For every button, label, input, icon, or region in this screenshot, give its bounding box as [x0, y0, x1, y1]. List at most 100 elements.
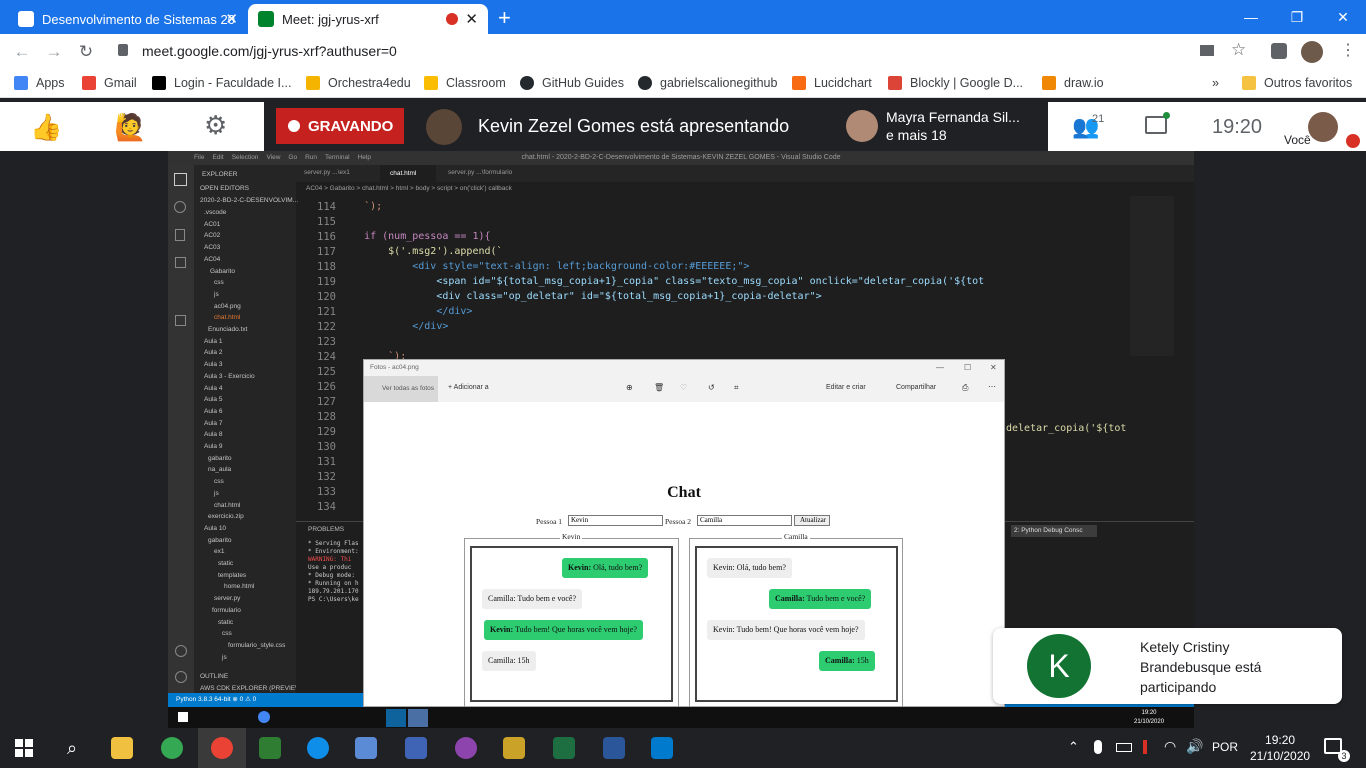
terminal-select[interactable]: 2: Python Debug Consc: [1011, 525, 1097, 537]
camera-icon[interactable]: [1200, 45, 1214, 56]
explorer-item[interactable]: chat.html: [214, 314, 240, 321]
account-icon[interactable]: [175, 645, 187, 657]
edit-create-button[interactable]: Editar e criar: [826, 384, 866, 391]
explorer-item[interactable]: AC02: [204, 232, 220, 239]
app-button[interactable]: [590, 728, 638, 768]
gear-icon[interactable]: [175, 671, 187, 683]
bookmark-github-guides[interactable]: GitHub Guides: [520, 76, 624, 90]
gear-icon[interactable]: ⚙: [204, 110, 227, 141]
chrome-button[interactable]: [148, 728, 196, 768]
vscode-button[interactable]: [638, 728, 686, 768]
extensions-icon[interactable]: [1271, 43, 1287, 59]
file-explorer-button[interactable]: [98, 728, 146, 768]
files-icon[interactable]: [174, 173, 187, 186]
volume-icon[interactable]: 🔊: [1186, 738, 1203, 755]
app-button[interactable]: [442, 728, 490, 768]
tab-classroom[interactable]: Desenvolvimento de Sistemas 20 ✕: [8, 4, 248, 34]
app-button[interactable]: [490, 728, 538, 768]
chrome-profile-button[interactable]: [198, 728, 246, 768]
bookmark-apps[interactable]: Apps: [14, 76, 65, 90]
url-field[interactable]: meet.google.com/jgj-yrus-xrf?authuser=0: [142, 43, 397, 59]
kevin-chat-box[interactable]: Kevin: Olá, tudo bem? Camilla: Tudo bem …: [470, 546, 673, 702]
editor-tab[interactable]: server.py ...\ex1: [304, 169, 350, 176]
star-icon[interactable]: ☆: [1231, 40, 1246, 60]
open-editors-header[interactable]: OPEN EDITORS: [200, 185, 249, 192]
close-tab-icon[interactable]: ✕: [465, 10, 478, 28]
explorer-item[interactable]: na_aula: [208, 466, 231, 473]
explorer-item[interactable]: server.py: [214, 595, 240, 602]
explorer-item[interactable]: ac04.png: [214, 303, 241, 310]
menu-icon[interactable]: ⋮: [1340, 40, 1356, 60]
explorer-item[interactable]: AC04: [204, 256, 220, 263]
explorer-item[interactable]: Gabarito: [210, 268, 235, 275]
bookmark-classroom[interactable]: Classroom: [424, 76, 506, 90]
panel-tab[interactable]: PROBLEMS: [308, 526, 344, 533]
explorer-item[interactable]: gabarito: [208, 455, 232, 462]
update-button[interactable]: Atualizar: [794, 515, 830, 526]
search-icon[interactable]: ⌕: [48, 728, 96, 768]
workspace-root[interactable]: 2020-2-BD-2-C-DESENVOLVIM...: [200, 197, 298, 204]
editor-tab[interactable]: server.py ...\formulario: [448, 169, 512, 176]
explorer-item[interactable]: templates: [218, 572, 246, 579]
see-all-photos-button[interactable]: Ver todas as fotos: [364, 376, 438, 402]
print-icon[interactable]: ⎙: [962, 383, 968, 393]
bookmark-lucidchart[interactable]: Lucidchart: [792, 76, 872, 90]
photos-restore[interactable]: ☐: [964, 363, 971, 372]
profile-avatar[interactable]: [1301, 41, 1323, 63]
rotate-icon[interactable]: ↺: [708, 383, 715, 392]
menu-item[interactable]: Run: [305, 151, 317, 165]
start-button[interactable]: [0, 728, 48, 768]
explorer-item[interactable]: Aula 6: [204, 408, 222, 415]
source-control-icon[interactable]: [175, 229, 185, 241]
explorer-item[interactable]: AC03: [204, 244, 220, 251]
menu-item[interactable]: Help: [358, 151, 371, 165]
explorer-item[interactable]: css: [214, 279, 224, 286]
photos-minimize[interactable]: —: [936, 363, 944, 372]
zoom-icon[interactable]: ⊕: [626, 383, 633, 392]
bookmark-gabriel[interactable]: gabrielscalionegithub: [638, 76, 777, 90]
explorer-item[interactable]: formulario_style.css: [228, 642, 285, 649]
bookmark-login[interactable]: Login - Faculdade I...: [152, 76, 291, 90]
wifi-icon[interactable]: ◠: [1164, 738, 1176, 755]
search-icon[interactable]: [174, 201, 186, 213]
explorer-item[interactable]: js: [214, 291, 219, 298]
share-button[interactable]: Compartilhar: [896, 384, 936, 391]
forward-icon[interactable]: →: [38, 34, 70, 70]
more-icon[interactable]: ⋯: [988, 382, 996, 391]
minimize-button[interactable]: —: [1228, 0, 1274, 34]
explorer-item[interactable]: Aula 5: [204, 396, 222, 403]
reload-icon[interactable]: ↻: [70, 34, 102, 70]
camilla-chat-box[interactable]: Kevin: Olá, tudo bem? Camilla: Tudo bem …: [695, 546, 898, 702]
explorer-item[interactable]: Aula 2: [204, 349, 222, 356]
cdk-header[interactable]: AWS CDK EXPLORER (PREVIEW): [200, 685, 303, 692]
explorer-item[interactable]: Aula 7: [204, 420, 222, 427]
menu-item[interactable]: Edit: [212, 151, 223, 165]
crop-icon[interactable]: ⌗: [734, 383, 739, 393]
explorer-item[interactable]: Aula 8: [204, 431, 222, 438]
bookmark-drawio[interactable]: draw.io: [1042, 76, 1104, 90]
heart-icon[interactable]: ♡: [680, 383, 687, 392]
explorer-item[interactable]: js: [214, 490, 219, 497]
editor-tab-active[interactable]: chat.html: [380, 165, 436, 182]
explorer-item[interactable]: Aula 3 - Exercicio: [204, 373, 255, 380]
raise-hand-icon[interactable]: 🙋: [114, 112, 146, 143]
explorer-item[interactable]: static: [218, 560, 233, 567]
explorer-item[interactable]: css: [214, 478, 224, 485]
explorer-item[interactable]: Aula 9: [204, 443, 222, 450]
explorer-item[interactable]: chat.html: [214, 502, 240, 509]
battery-icon[interactable]: [1116, 743, 1132, 752]
bookmark-blockly[interactable]: Blockly | Google D...: [888, 76, 1023, 90]
explorer-item[interactable]: Aula 1: [204, 338, 222, 345]
explorer-item[interactable]: css: [222, 630, 232, 637]
mic-icon[interactable]: [1094, 740, 1102, 754]
close-tab-icon[interactable]: ✕: [225, 10, 238, 28]
excel-button[interactable]: [540, 728, 588, 768]
explorer-item[interactable]: static: [218, 619, 233, 626]
teamviewer-button[interactable]: [294, 728, 342, 768]
participant-tile[interactable]: Mayra Fernanda Sil... e mais 18: [840, 102, 1048, 151]
language-indicator[interactable]: POR: [1212, 740, 1238, 754]
minimap[interactable]: [1130, 196, 1174, 356]
taskbar-clock[interactable]: 19:20 21/10/2020: [1250, 732, 1310, 764]
bookmark-gmail[interactable]: Gmail: [82, 76, 137, 90]
app-button[interactable]: [246, 728, 294, 768]
